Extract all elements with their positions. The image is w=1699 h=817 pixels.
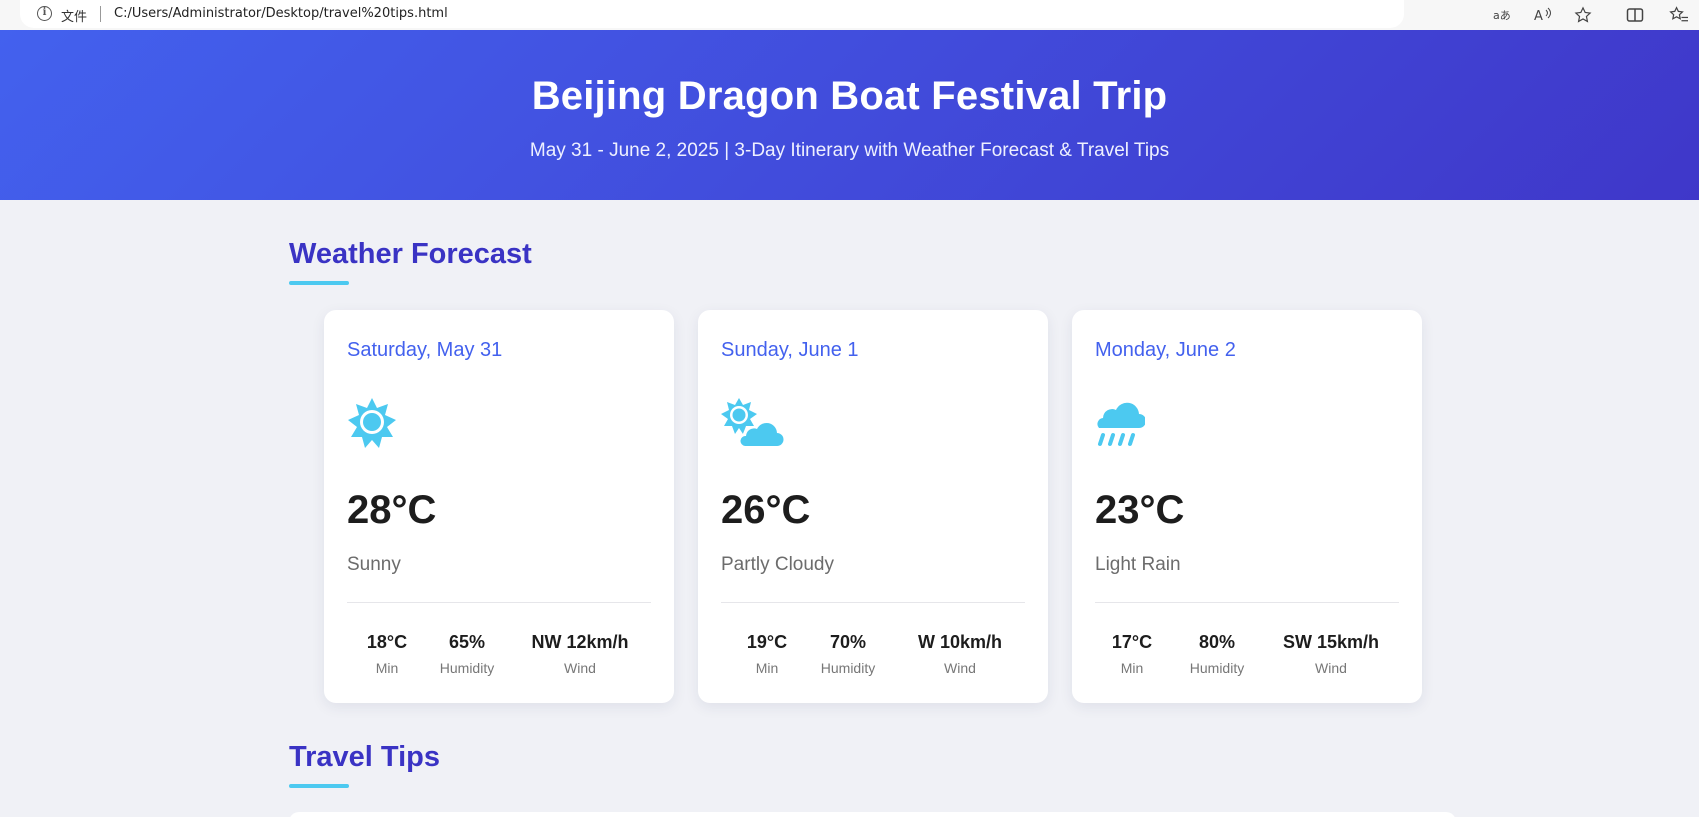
stat-min-value: 18°C [366, 632, 408, 652]
stat-humidity-label: Humidity [820, 660, 876, 676]
stat-min-label: Min [1120, 660, 1144, 676]
translate-icon[interactable]: aあ [1491, 4, 1513, 26]
stat-min-label: Min [755, 660, 779, 676]
partly-cloudy-icon [721, 398, 785, 454]
weather-temperature: 26°C [721, 488, 811, 532]
weather-date: Saturday, May 31 [347, 339, 503, 361]
stat-min-label: Min [375, 660, 399, 676]
rain-cloud-icon [1095, 398, 1159, 454]
weather-title-underline [289, 281, 349, 285]
weather-condition: Light Rain [1095, 554, 1181, 575]
stat-min-value: 19°C [746, 632, 788, 652]
stat-humidity-value: 80% [1198, 632, 1236, 652]
weather-section-title: Weather Forecast [289, 238, 532, 270]
stat-humidity-label: Humidity [1189, 660, 1245, 676]
stat-min-value: 17°C [1111, 632, 1153, 652]
stat-wind-label: Wind [944, 660, 976, 676]
sun-icon [347, 398, 411, 454]
address-bar[interactable]: i 文件 C:/Users/Administrator/Desktop/trav… [20, 0, 1404, 28]
weather-condition: Partly Cloudy [721, 554, 834, 575]
card-divider [721, 602, 1025, 603]
stat-min: 17°C Min [1102, 632, 1162, 676]
stat-humidity-value: 70% [829, 632, 867, 652]
stat-wind: W 10km/h Wind [900, 632, 1020, 676]
page-subtitle: May 31 - June 2, 2025 | 3-Day Itinerary … [529, 140, 1170, 161]
info-icon[interactable]: i [37, 6, 52, 21]
svg-text:A: A [1534, 9, 1543, 23]
stat-wind: SW 15km/h Wind [1271, 632, 1391, 676]
svg-text:aあ: aあ [1493, 9, 1511, 22]
url-text[interactable]: C:/Users/Administrator/Desktop/travel%20… [114, 6, 448, 21]
browser-toolbar: i 文件 C:/Users/Administrator/Desktop/trav… [0, 0, 1699, 30]
card-divider [347, 602, 651, 603]
card-divider [1095, 602, 1399, 603]
weather-card: Sunday, June 1 26°C Partly Cloudy 19°C M… [698, 310, 1048, 703]
stat-wind-label: Wind [1315, 660, 1347, 676]
favorites-list-icon[interactable] [1668, 4, 1690, 26]
stat-min: 18°C Min [357, 632, 417, 676]
stat-humidity: 70% Humidity [808, 632, 888, 676]
stat-humidity-value: 65% [448, 632, 486, 652]
stat-wind: NW 12km/h Wind [520, 632, 640, 676]
page-title: Beijing Dragon Boat Festival Trip [531, 74, 1168, 118]
file-scheme-label: 文件 [61, 10, 88, 25]
stat-humidity: 65% Humidity [427, 632, 507, 676]
hero-banner: Beijing Dragon Boat Festival Trip May 31… [0, 30, 1699, 200]
tips-card [289, 812, 1456, 817]
tips-title-underline [289, 784, 349, 788]
stat-wind-value: NW 12km/h [531, 632, 629, 652]
weather-temperature: 28°C [347, 488, 437, 532]
address-separator [100, 6, 101, 22]
weather-date: Sunday, June 1 [721, 339, 859, 361]
stat-wind-label: Wind [564, 660, 596, 676]
weather-date: Monday, June 2 [1095, 339, 1236, 361]
stat-wind-value: W 10km/h [917, 632, 1003, 652]
weather-card: Saturday, May 31 28°C Sunny 18°C Min 65%… [324, 310, 674, 703]
weather-condition: Sunny [347, 554, 401, 575]
tips-section-title: Travel Tips [289, 741, 440, 773]
stat-min: 19°C Min [737, 632, 797, 676]
read-aloud-icon[interactable]: A [1532, 4, 1554, 26]
weather-card: Monday, June 2 23°C Light Rain 17°C Min … [1072, 310, 1422, 703]
weather-temperature: 23°C [1095, 488, 1185, 532]
favorite-star-icon[interactable] [1572, 4, 1594, 26]
stat-wind-value: SW 15km/h [1282, 632, 1380, 652]
stat-humidity: 80% Humidity [1177, 632, 1257, 676]
split-screen-icon[interactable] [1624, 4, 1646, 26]
stat-humidity-label: Humidity [439, 660, 495, 676]
